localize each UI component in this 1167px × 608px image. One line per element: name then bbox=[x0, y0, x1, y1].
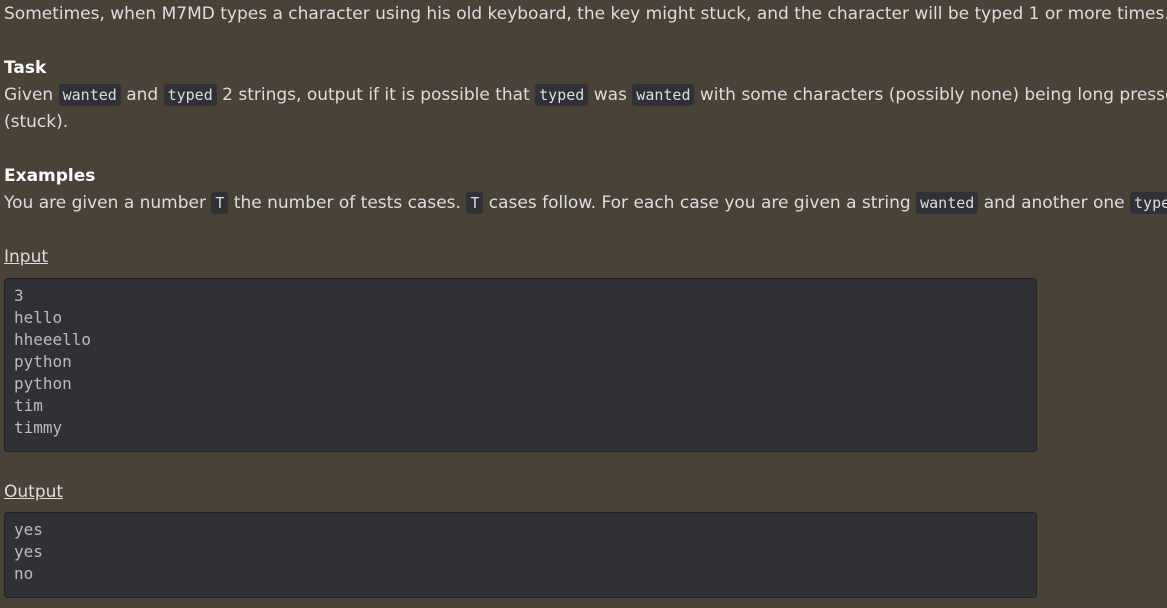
inline-code-wanted: wanted bbox=[58, 84, 121, 106]
text-segment: Given bbox=[4, 85, 59, 105]
inline-code-t: T bbox=[466, 192, 484, 214]
message-content: Sometimes, when M7MD types a character u… bbox=[0, 0, 1167, 608]
input-label: Input bbox=[4, 247, 49, 267]
task-line-2: (stuck). bbox=[4, 112, 69, 132]
code-line: hello bbox=[14, 308, 63, 327]
text-segment: and another one bbox=[978, 193, 1131, 213]
intro-text: Sometimes, when M7MD types a character u… bbox=[4, 4, 1167, 24]
text-segment: 2 strings, output if it is possible that bbox=[216, 85, 536, 105]
code-line: tim bbox=[14, 396, 43, 415]
examples-line: You are given a number T the number of t… bbox=[4, 190, 1167, 217]
input-code-block[interactable]: 3 hello hheeello python python tim timmy bbox=[4, 278, 1037, 452]
inline-code-typed: typed bbox=[163, 84, 217, 106]
inline-code-t: T bbox=[211, 192, 229, 214]
output-code-block[interactable]: yes yes no bbox=[4, 512, 1037, 598]
output-label: Output bbox=[4, 482, 64, 502]
inline-code-wanted: wanted bbox=[632, 84, 695, 106]
code-line: python bbox=[14, 352, 72, 371]
inline-code-typed: typed bbox=[1130, 192, 1167, 214]
code-line: hheeello bbox=[14, 330, 92, 349]
inline-code-typed: typed bbox=[535, 84, 589, 106]
code-line: python bbox=[14, 374, 72, 393]
code-line: yes bbox=[14, 542, 43, 561]
text-segment: and bbox=[120, 85, 164, 105]
text-segment: was bbox=[588, 85, 633, 105]
task-line-1: Given wanted and typed 2 strings, output… bbox=[4, 82, 1167, 109]
task-heading: Task bbox=[4, 58, 47, 78]
code-line: timmy bbox=[14, 418, 63, 437]
text-segment: You are given a number bbox=[4, 193, 212, 213]
code-line: 3 bbox=[14, 286, 24, 305]
text-segment: the number of tests cases. bbox=[228, 193, 467, 213]
inline-code-wanted: wanted bbox=[916, 192, 979, 214]
examples-heading: Examples bbox=[4, 166, 96, 186]
code-line: yes bbox=[14, 520, 43, 539]
text-segment: with some characters (possibly none) bei… bbox=[694, 85, 1167, 105]
code-line: no bbox=[14, 564, 34, 583]
text-segment: cases follow. For each case you are give… bbox=[483, 193, 917, 213]
